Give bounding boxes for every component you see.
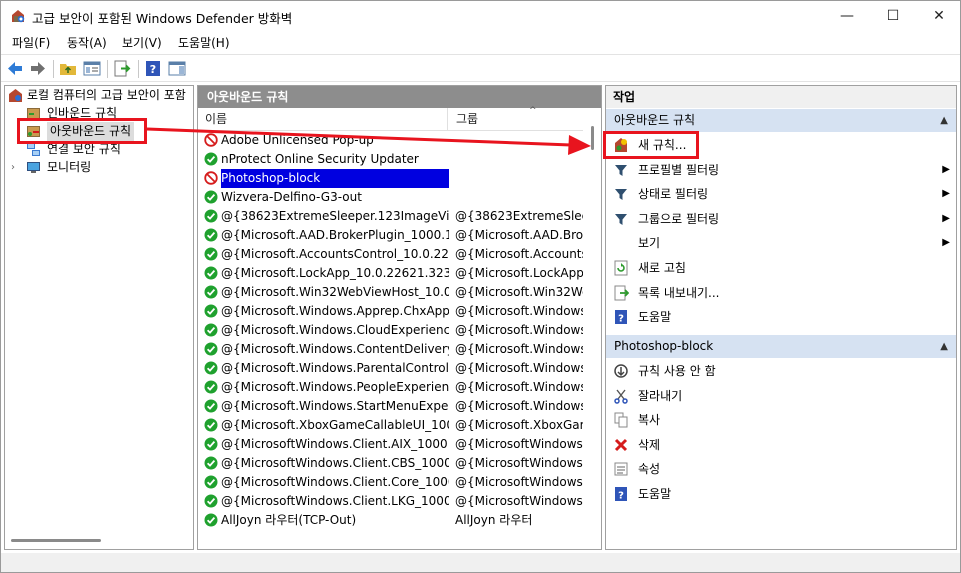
firewall-window: 고급 보안이 포함된 Windows Defender 방화벽 — ☐ ✕ 파일… [0, 0, 961, 573]
annotation-arrow-icon [146, 127, 591, 155]
